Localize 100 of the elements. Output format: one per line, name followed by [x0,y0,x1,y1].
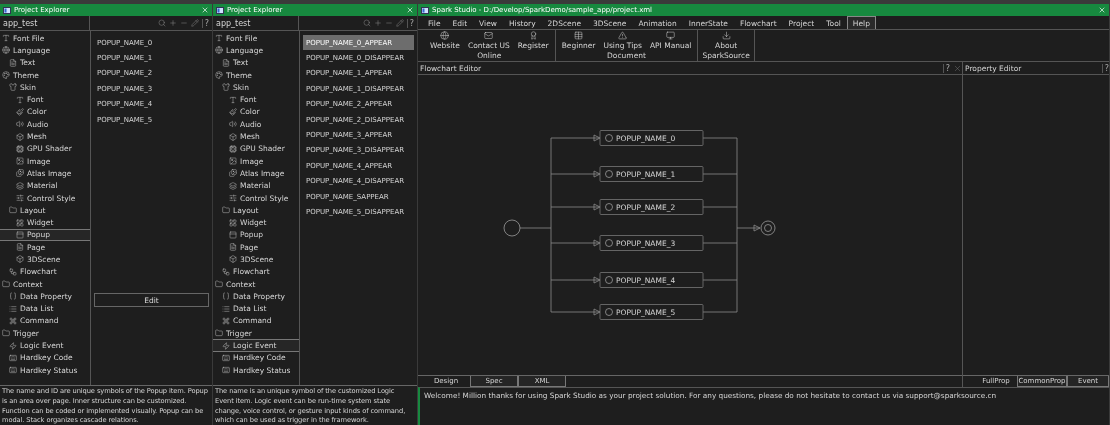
start-node[interactable] [503,219,521,237]
close-icon[interactable] [953,63,962,73]
image-icon [229,157,237,166]
badge-icon [528,31,538,40]
mail-icon [484,31,494,40]
connector-line [702,279,738,281]
end-node[interactable] [760,220,776,236]
connector-line [519,227,552,229]
document-icon [9,58,17,67]
brush-icon [16,107,24,116]
close-icon[interactable] [406,6,414,14]
keyboard-icon [222,366,230,375]
sliders-icon [16,194,24,202]
folder-icon [9,206,17,215]
folder-icon [2,280,10,289]
command-icon [222,316,230,325]
type-icon [215,34,223,43]
search-icon[interactable] [362,19,371,27]
connector-line [702,311,738,313]
connector-line [702,242,738,244]
images-icon [229,169,237,178]
command-icon [9,316,17,325]
connector-arrow [550,239,601,247]
list-icon [222,304,230,313]
document-icon [222,58,230,67]
folder-icon [222,206,230,215]
cube-icon [16,255,24,264]
globe-icon [215,46,223,55]
help-button[interactable]: ? [1101,63,1109,73]
help-button[interactable]: ? [406,18,414,28]
cube-icon [16,132,24,141]
chip-icon [229,144,237,153]
keyboard-icon [222,353,230,362]
shirt-icon [9,83,17,92]
close-icon[interactable] [1098,6,1106,14]
sliders-icon [229,194,237,202]
project-name: app_test [0,16,90,30]
pencil-icon[interactable] [395,19,404,27]
speaker-icon [229,120,237,129]
monitor-icon [666,31,676,40]
speaker-icon [16,120,24,129]
palette-icon [215,71,223,80]
plus-icon[interactable] [373,19,382,27]
plus-icon[interactable] [168,19,177,27]
layers-icon [16,181,24,190]
connector-arrow [736,224,761,232]
minus-icon[interactable] [384,19,393,27]
connector-arrow [550,203,601,211]
workflow-icon [222,267,230,276]
window-icon [229,230,237,239]
connector-arrow [550,170,601,178]
help-button[interactable]: ? [942,63,950,73]
connector-arrow [550,134,601,142]
search-icon[interactable] [157,19,166,27]
warning-icon [618,31,628,40]
close-icon[interactable] [201,6,209,14]
list-icon [9,304,17,313]
lightning-icon [9,341,17,350]
type-icon [2,34,10,43]
window-icon [16,230,24,239]
shirt-icon [222,83,230,92]
braces-icon [222,292,230,301]
lightning-icon [222,341,230,350]
globe-icon [440,31,450,40]
page-icon [229,243,237,252]
connector-line [702,137,738,139]
chip-icon [16,144,24,153]
grid-icon [16,218,24,227]
connector-line [702,173,738,175]
layers-icon [229,181,237,190]
minus-icon[interactable] [179,19,188,27]
page-icon [16,243,24,252]
brush-icon [229,107,237,116]
braces-icon [9,292,17,301]
keyboard-icon [9,353,17,362]
window-icon [3,6,11,14]
pencil-icon[interactable] [190,19,199,27]
connector-arrow [550,276,601,284]
type-icon [16,95,24,104]
workflow-icon [9,267,17,276]
type-icon [229,95,237,104]
window-icon [421,6,429,14]
window-icon [216,6,224,14]
palette-icon [2,71,10,80]
keyboard-icon [9,366,17,375]
download-icon [721,31,731,40]
project-name: app_test [213,16,299,30]
cube-icon [229,255,237,264]
connector-arrow [550,308,601,316]
connector-line [702,206,738,208]
folder-icon [2,329,10,338]
folder-icon [215,329,223,338]
globe-icon [2,46,10,55]
help-button[interactable]: ? [201,18,209,28]
images-icon [16,169,24,178]
folder-icon [215,280,223,289]
grid-icon [229,218,237,227]
cube-icon [229,132,237,141]
table-icon [574,31,584,40]
image-icon [16,157,24,166]
